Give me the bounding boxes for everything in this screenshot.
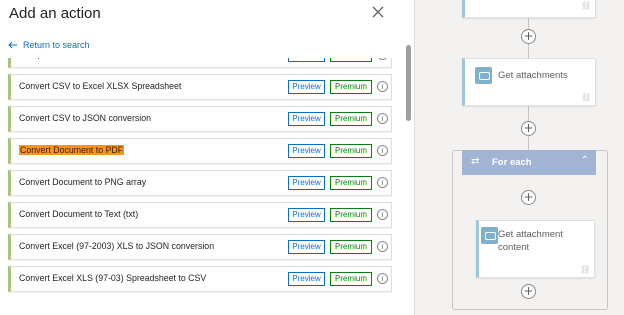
card-title-line2: content bbox=[498, 242, 530, 253]
chevron-up-icon[interactable]: ⌃ bbox=[581, 155, 589, 166]
preview-badge: Preview bbox=[288, 176, 325, 190]
action-label: Convert CSV to JSON conversion bbox=[19, 113, 152, 123]
preview-badge: Preview bbox=[288, 144, 325, 158]
info-icon[interactable]: i bbox=[377, 81, 388, 92]
card-title: Get attachments bbox=[498, 70, 568, 81]
return-to-search-link[interactable]: Return to search bbox=[8, 40, 90, 50]
close-icon[interactable] bbox=[370, 4, 386, 20]
action-label: Convert Document to PDF bbox=[19, 145, 125, 155]
info-icon[interactable]: i bbox=[377, 241, 388, 252]
info-icon[interactable]: i bbox=[377, 145, 388, 156]
preview-badge: Preview bbox=[288, 58, 325, 62]
premium-badge: Premium bbox=[330, 208, 372, 222]
action-label: Compare Two Word DOCX bbox=[19, 58, 125, 59]
link-icon: ⛓ bbox=[581, 1, 592, 10]
action-list: Compare Two Word DOCXPreviewPremiumiConv… bbox=[8, 58, 392, 315]
action-item[interactable]: Convert CSV to Excel XLSX Spreadsheet Pre… bbox=[8, 74, 392, 100]
info-icon[interactable]: i bbox=[377, 58, 388, 60]
action-label: Convert CSV to Excel XLSX Spreadsheet bbox=[19, 81, 182, 91]
action-item[interactable]: Convert CSV to JSON conversion Preview Pre… bbox=[8, 106, 392, 132]
premium-badge: Premium bbox=[330, 144, 372, 158]
for-each-title: For each bbox=[492, 157, 532, 168]
get-attachments-card[interactable]: Get attachments ⛓ bbox=[462, 58, 596, 106]
premium-badge: Premium bbox=[330, 112, 372, 126]
add-step-button[interactable]: + bbox=[521, 284, 536, 299]
outlook-connector-icon bbox=[481, 227, 498, 244]
action-item[interactable]: Convert Excel XLS (97-03) Spreadsheet to… bbox=[8, 266, 392, 292]
outlook-connector-icon bbox=[475, 67, 492, 84]
action-item[interactable]: Convert Document to PDF Preview Premium i bbox=[8, 138, 392, 164]
action-label: Convert Document to Text (txt) bbox=[19, 209, 139, 219]
premium-badge: Premium bbox=[330, 80, 372, 94]
premium-badge: Premium bbox=[330, 240, 372, 254]
preview-badge: Preview bbox=[288, 272, 325, 286]
preview-badge: Preview bbox=[288, 240, 325, 254]
premium-badge: Premium bbox=[330, 176, 372, 190]
action-label: Convert Document to PNG array bbox=[19, 177, 147, 187]
action-item[interactable]: Convert Excel (97-2003) XLS to JSON conv… bbox=[8, 234, 392, 260]
info-icon[interactable]: i bbox=[377, 209, 388, 220]
info-icon[interactable]: i bbox=[377, 273, 388, 284]
panel-title: Add an action bbox=[9, 5, 101, 22]
scrollbar-thumb[interactable] bbox=[406, 45, 411, 121]
action-label: Convert Excel XLS (97-03) Spreadsheet to… bbox=[19, 273, 207, 283]
loop-icon: ⇄ bbox=[471, 156, 480, 167]
previous-action-card[interactable]: ⛓ bbox=[462, 0, 596, 18]
link-icon: ⛓ bbox=[580, 265, 591, 274]
get-attachment-content-card[interactable]: Get attachment content ⛓ bbox=[476, 220, 595, 278]
add-step-button[interactable]: + bbox=[521, 121, 536, 136]
action-item[interactable]: Convert Document to Text (txt) Preview Pre… bbox=[8, 202, 392, 228]
premium-badge: Premium bbox=[330, 272, 372, 286]
link-icon: ⛓ bbox=[581, 93, 592, 102]
action-item[interactable]: Compare Two Word DOCX Preview Premium i bbox=[8, 58, 392, 68]
for-each-header[interactable]: ⇄ For each ⌃ bbox=[462, 150, 596, 175]
info-icon[interactable]: i bbox=[377, 113, 388, 124]
preview-badge: Preview bbox=[288, 80, 325, 94]
preview-badge: Preview bbox=[288, 112, 325, 126]
add-step-button[interactable]: + bbox=[521, 190, 536, 205]
action-item[interactable]: Convert Document to PNG array Preview Prem… bbox=[8, 170, 392, 196]
add-step-button[interactable]: + bbox=[521, 29, 536, 44]
arrow-left-icon bbox=[8, 41, 17, 49]
add-action-panel: Add an action Return to search Compare T… bbox=[0, 0, 415, 315]
card-title-line1: Get attachment bbox=[498, 229, 563, 240]
preview-badge: Preview bbox=[288, 208, 325, 222]
return-to-search-label: Return to search bbox=[23, 40, 90, 50]
premium-badge: Premium bbox=[330, 58, 372, 62]
info-icon[interactable]: i bbox=[377, 177, 388, 188]
action-label: Convert Excel (97-2003) XLS to JSON conv… bbox=[19, 241, 215, 251]
